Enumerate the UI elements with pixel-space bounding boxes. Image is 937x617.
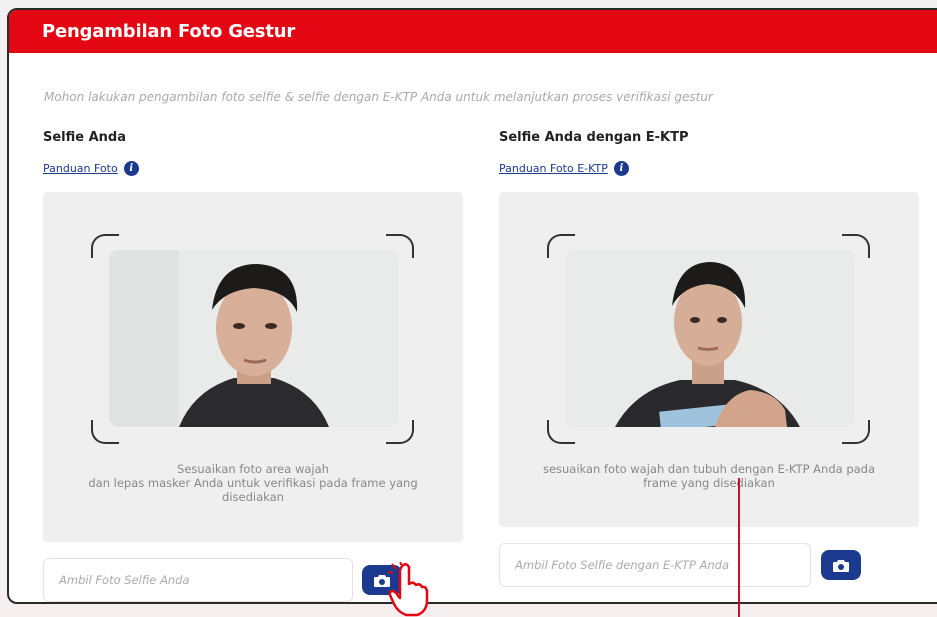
selfie-guide: Panduan Foto i — [43, 161, 465, 176]
card-header: Pengambilan Foto Gestur — [9, 10, 937, 53]
gesture-photo-card: Pengambilan Foto Gestur Mohon lakukan pe… — [7, 8, 937, 604]
info-icon[interactable]: i — [613, 161, 629, 176]
selfie-photo — [109, 250, 399, 427]
selfie-ektp-input-row — [499, 543, 861, 587]
selfie-ektp-photo-image — [565, 250, 855, 427]
selfie-ektp-column: Selfie Anda dengan E-KTP Panduan Foto E-… — [499, 130, 921, 527]
selfie-file-input[interactable] — [43, 558, 353, 602]
selfie-input-row — [43, 558, 402, 602]
selfie-ektp-guide: Panduan Foto E-KTP i — [499, 161, 921, 176]
take-selfie-ektp-button[interactable] — [821, 550, 861, 580]
selfie-title: Selfie Anda — [43, 130, 127, 145]
selfie-ektp-photo-frame: sesuaikan foto wajah dan tubuh dengan E-… — [499, 192, 919, 527]
selfie-photo-frame: Sesuaikan foto area wajah dan lepas mask… — [43, 192, 463, 542]
selfie-ektp-photo — [565, 250, 855, 427]
camera-icon — [833, 559, 849, 572]
selfie-hint: Sesuaikan foto area wajah dan lepas mask… — [63, 462, 443, 504]
page-title: Pengambilan Foto Gestur — [42, 21, 296, 42]
annotation-line — [738, 478, 740, 617]
selfie-hint-line: Sesuaikan foto area wajah — [177, 462, 329, 476]
selfie-ektp-hint-line: frame yang disediakan — [643, 476, 775, 490]
instruction-text: Mohon lakukan pengambilan foto selfie & … — [44, 90, 713, 104]
selfie-hint-line: dan lepas masker Anda untuk verifikasi p… — [88, 476, 418, 490]
selfie-ektp-hint: sesuaikan foto wajah dan tubuh dengan E-… — [519, 462, 899, 490]
hand-pointer-icon — [387, 562, 429, 617]
info-icon[interactable]: i — [123, 161, 139, 176]
selfie-ektp-file-input[interactable] — [499, 543, 811, 587]
selfie-hint-line: disediakan — [222, 490, 284, 504]
selfie-column: Selfie Anda Panduan Foto i Sesuaikan fot… — [43, 130, 465, 542]
ektp-photo-guide-link[interactable]: Panduan Foto E-KTP — [499, 162, 608, 175]
selfie-ektp-title: Selfie Anda dengan E-KTP — [499, 130, 689, 145]
photo-guide-link[interactable]: Panduan Foto — [43, 162, 118, 175]
selfie-photo-image — [109, 250, 399, 427]
selfie-ektp-hint-line: sesuaikan foto wajah dan tubuh dengan E-… — [542, 462, 876, 476]
